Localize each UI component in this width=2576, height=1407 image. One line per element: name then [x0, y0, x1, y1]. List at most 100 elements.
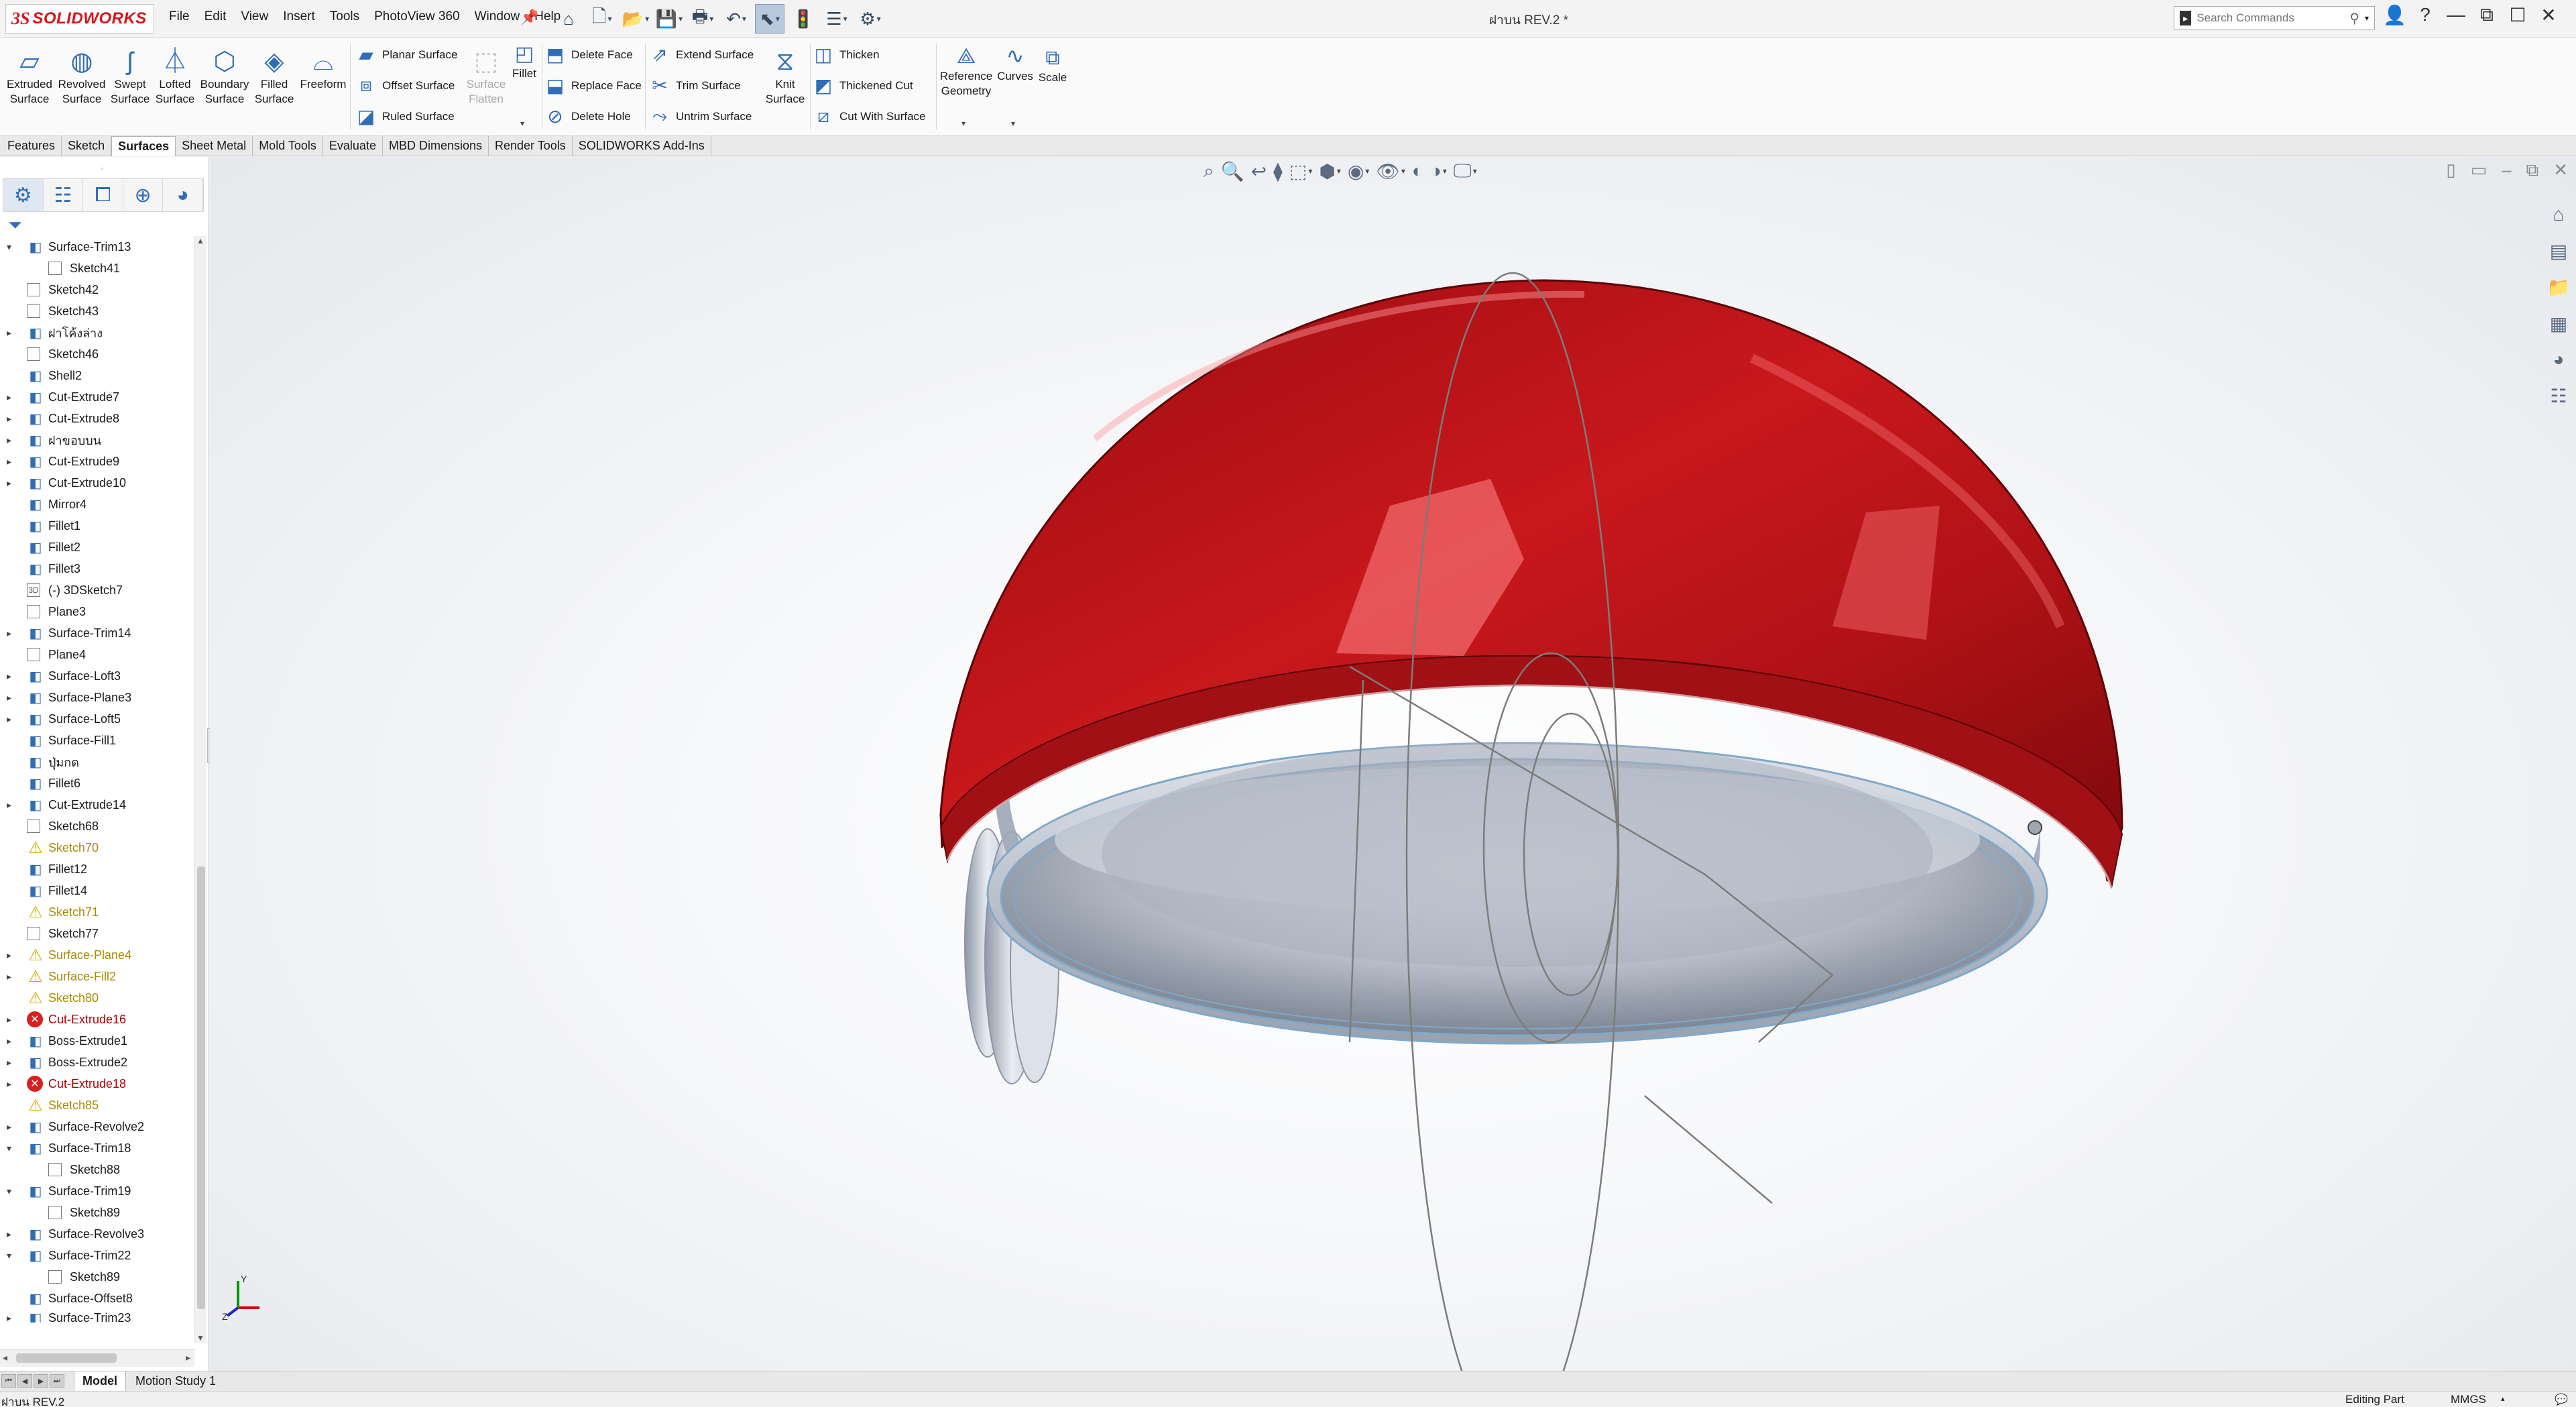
expand-arrow-icon[interactable]: ▸	[7, 671, 17, 682]
tree-item[interactable]: Sketch77	[0, 923, 193, 944]
tree-item[interactable]: ▸ ✕ Cut-Extrude16	[0, 1009, 193, 1030]
first-tab-icon[interactable]: ⏮	[1, 1374, 16, 1388]
replace-face-button[interactable]: ⬓ Replace Face	[544, 74, 642, 97]
design-library-icon[interactable]: ▤	[2545, 237, 2572, 264]
solidworks-resources-icon[interactable]: ⌂	[2545, 201, 2572, 228]
expand-arrow-icon[interactable]: ▸	[7, 1229, 17, 1240]
maximize-icon[interactable]: ☐	[2506, 4, 2529, 26]
prev-tab-icon[interactable]: ◀	[17, 1374, 32, 1388]
tree-item[interactable]: Sketch43	[0, 300, 193, 322]
reference-geometry-button[interactable]: ⟁ Reference Geometry	[937, 42, 995, 99]
viewport-minimize-icon[interactable]: –	[2502, 160, 2511, 181]
tree-item[interactable]: ▸ ⚠ Surface-Fill2	[0, 966, 193, 987]
tree-item[interactable]: ▸ ◧ Surface-Loft3	[0, 665, 193, 687]
tree-item[interactable]: ◧ ปุ่มกด	[0, 751, 193, 773]
print-icon[interactable]: 🖶 ▾	[688, 4, 717, 34]
lofted-surface-button[interactable]: ⏃ Lofted Surface	[153, 46, 197, 107]
tree-item[interactable]: Sketch68	[0, 815, 193, 837]
edit-appearance-icon[interactable]: ◐	[1412, 160, 1423, 182]
zoom-to-area-icon[interactable]: 🔍	[1221, 160, 1244, 182]
expand-arrow-icon[interactable]: ▸	[7, 714, 17, 725]
tree-item[interactable]: ⚠ Sketch71	[0, 901, 193, 923]
feature-manager-tab-icon[interactable]: ⚙	[3, 179, 44, 211]
ruled-surface-button[interactable]: ◪ Ruled Surface	[355, 105, 455, 127]
trim-surface-button[interactable]: ✂ Trim Surface	[649, 74, 740, 97]
scrollbar-thumb[interactable]	[197, 866, 205, 1309]
expand-arrow-icon[interactable]: ▸	[7, 435, 17, 446]
expand-arrow-icon[interactable]: ▸	[7, 1312, 17, 1322]
new-document-icon[interactable]: 🗋 ▾	[587, 4, 617, 34]
model-view[interactable]	[210, 157, 2576, 1371]
panel-splitter-handle[interactable]: ◦	[101, 164, 103, 173]
expand-arrow-icon[interactable]: ▸	[7, 628, 17, 639]
planar-surface-button[interactable]: ▰ Planar Surface	[355, 44, 457, 66]
cut-with-surface-button[interactable]: ⧄ Cut With Surface	[813, 105, 925, 127]
file-explorer-icon[interactable]: 📁	[2545, 274, 2572, 300]
tree-item[interactable]: ▸ ◧ Surface-Trim23	[0, 1309, 193, 1322]
tree-item[interactable]: Sketch88	[0, 1159, 193, 1180]
view-settings-icon[interactable]: 🖵	[1454, 160, 1472, 182]
tree-item[interactable]: ▸ ◧ Surface-Loft5	[0, 708, 193, 730]
menu-edit[interactable]: Edit	[204, 9, 227, 24]
revolved-surface-button[interactable]: ◍ Revolved Surface	[56, 46, 107, 107]
expand-arrow-icon[interactable]: ▸	[7, 1121, 17, 1133]
configuration-manager-tab-icon[interactable]: ⧠	[83, 179, 123, 211]
tree-item[interactable]: ◧ Fillet2	[0, 537, 193, 558]
viewport-close-icon[interactable]: ✕	[2553, 160, 2568, 181]
tree-item[interactable]: ⚠ Sketch80	[0, 987, 193, 1009]
expand-arrow-icon[interactable]: ▸	[7, 1057, 17, 1068]
tree-item[interactable]: ◧ Fillet6	[0, 773, 193, 794]
undo-icon[interactable]: ↶ ▾	[721, 4, 751, 34]
expand-arrow-icon[interactable]: ▸	[7, 971, 17, 982]
hide-show-items-icon[interactable]: 👁	[1376, 160, 1400, 182]
tree-item[interactable]: ◧ Mirror4	[0, 494, 193, 515]
tab-sheet-metal[interactable]: Sheet Metal	[176, 136, 253, 156]
restore-icon[interactable]: ⧉	[2475, 4, 2498, 26]
split-horizontal-icon[interactable]: ▭	[2471, 160, 2487, 181]
knit-surface-button[interactable]: ⧖ Knit Surface	[762, 46, 809, 107]
tree-item[interactable]: ▸ ◧ Cut-Extrude14	[0, 794, 193, 815]
view-orientation-icon[interactable]: ⬢	[1319, 160, 1335, 182]
property-manager-tab-icon[interactable]: ☷	[44, 179, 84, 211]
collapse-arrow-icon[interactable]: ▾	[7, 1143, 17, 1154]
expand-arrow-icon[interactable]: ▸	[7, 413, 17, 425]
filter-icon[interactable]: ⏷	[8, 215, 22, 236]
tree-item[interactable]: ▾ ◧ Surface-Trim19	[0, 1180, 193, 1202]
menu-photoview-360[interactable]: PhotoView 360	[374, 9, 459, 24]
extend-surface-button[interactable]: ⇗ Extend Surface	[649, 44, 754, 66]
tree-item[interactable]: ◧ Surface-Offset8	[0, 1288, 193, 1309]
swept-surface-button[interactable]: ʃ Swept Surface	[107, 46, 153, 107]
user-account-icon[interactable]: 👤	[2383, 4, 2406, 26]
tree-item[interactable]: ▸ ◧ Cut-Extrude9	[0, 451, 193, 472]
scrollbar-thumb[interactable]	[16, 1353, 117, 1363]
tree-item[interactable]: ▸ ✕ Cut-Extrude18	[0, 1073, 193, 1094]
section-view-icon[interactable]: ⧫	[1273, 160, 1283, 182]
delete-hole-button[interactable]: ⊘ Delete Hole	[544, 105, 631, 127]
tree-item[interactable]: Sketch41	[0, 258, 193, 279]
thicken-button[interactable]: ◫ Thicken	[813, 44, 880, 66]
search-dropdown-icon[interactable]: ▾	[2365, 13, 2369, 23]
zoom-to-fit-icon[interactable]: ⌕	[1204, 160, 1214, 182]
expand-arrow-icon[interactable]: ▸	[7, 456, 17, 467]
file-properties-icon[interactable]: ☰ ▾	[822, 4, 852, 34]
tree-item[interactable]: ◧ Fillet14	[0, 880, 193, 901]
tree-item[interactable]: ▸ ◧ Cut-Extrude8	[0, 408, 193, 429]
close-icon[interactable]: ✕	[2537, 4, 2560, 26]
tab-evaluate[interactable]: Evaluate	[323, 136, 383, 156]
tree-horizontal-scrollbar[interactable]: ◂ ▸	[0, 1349, 194, 1367]
scale-button[interactable]: ⧉ Scale	[1034, 46, 1071, 85]
home-icon[interactable]: ⌂	[554, 4, 583, 34]
tree-item[interactable]: ◧ Fillet3	[0, 558, 193, 579]
tree-item[interactable]: Sketch42	[0, 279, 193, 300]
tree-item[interactable]: ▸ ◧ Cut-Extrude7	[0, 386, 193, 408]
tree-item[interactable]: ▸ ◧ ฝาขอบบน	[0, 429, 193, 451]
tab-solidworks-add-ins[interactable]: SOLIDWORKS Add-Ins	[573, 136, 711, 156]
tree-item[interactable]: ▸ ◧ Surface-Revolve3	[0, 1223, 193, 1245]
tree-item[interactable]: ▾ ◧ Surface-Trim22	[0, 1245, 193, 1266]
offset-surface-button[interactable]: ⧈ Offset Surface	[355, 74, 455, 97]
help-icon[interactable]: ?	[2414, 4, 2437, 26]
scroll-right-icon[interactable]: ▸	[186, 1352, 190, 1363]
open-icon[interactable]: 📂 ▾	[621, 4, 650, 34]
tree-item[interactable]: ▸ ⚠ Surface-Plane4	[0, 944, 193, 966]
tree-item[interactable]: 3D (-) 3DSketch7	[0, 579, 193, 601]
